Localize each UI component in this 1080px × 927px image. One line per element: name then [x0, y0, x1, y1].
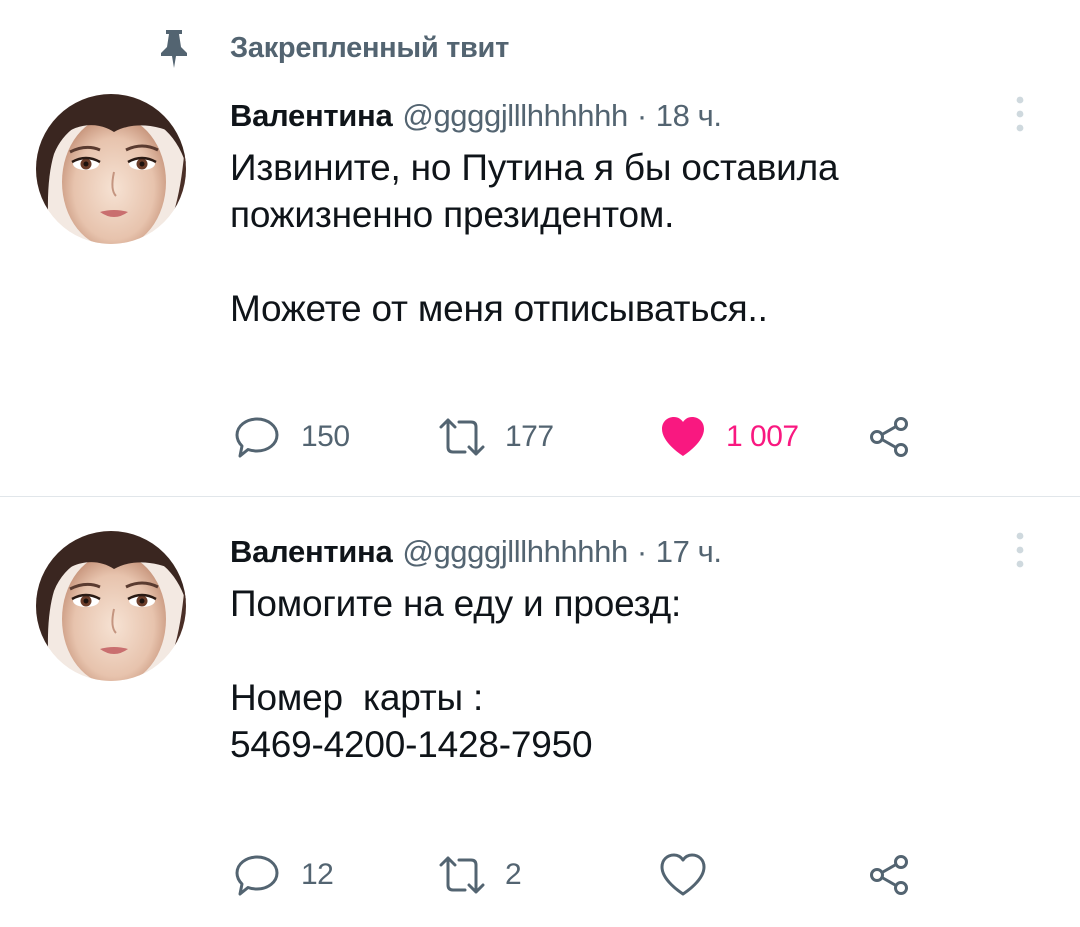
- pinned-tweet-label-row: Закрепленный твит: [156, 24, 509, 72]
- reply-count: 150: [301, 420, 350, 453]
- pinned-tweet-label: Закрепленный твит: [230, 31, 509, 64]
- reply-button[interactable]: 150: [233, 412, 350, 462]
- tweet-actions: 12 2: [230, 850, 1030, 900]
- tweet-divider: [0, 496, 1080, 497]
- separator-dot: ·: [636, 534, 647, 569]
- avatar[interactable]: [36, 94, 186, 244]
- like-button[interactable]: [658, 850, 726, 900]
- tweet-text-line: Номер карты :: [230, 677, 484, 718]
- tweet-text-line: 5469-4200-1428-7950: [230, 724, 593, 765]
- tweet-text-line: Извините, но Путина я бы оставила: [230, 147, 839, 188]
- retweet-button[interactable]: 2: [437, 850, 522, 900]
- more-options-icon[interactable]: [1006, 528, 1034, 572]
- tweet-text-blank-line: [230, 238, 1030, 285]
- tweet-header: Валентина @ggggjlllhhhhhh · 17 ч.: [230, 528, 722, 576]
- author-name[interactable]: Валентина: [230, 534, 393, 570]
- like-count: 1 007: [726, 420, 799, 453]
- share-button[interactable]: [868, 412, 912, 462]
- tweet-text: Извините, но Путина я бы оставила пожизн…: [230, 144, 1030, 332]
- tweet-text-line: пожизненно президентом.: [230, 194, 675, 235]
- tweet-timestamp[interactable]: 18 ч.: [656, 98, 722, 134]
- tweet-text: Помогите на еду и проезд: Номер карты : …: [230, 580, 1030, 768]
- tweet-timestamp[interactable]: 17 ч.: [656, 534, 722, 570]
- reply-icon: [235, 855, 279, 896]
- tweet[interactable]: Валентина @ggggjlllhhhhhh · 18 ч. Извини…: [0, 84, 1080, 496]
- more-options-icon[interactable]: [1006, 92, 1034, 136]
- like-button[interactable]: 1 007: [658, 412, 799, 462]
- tweet-text-line: Помогите на еду и проезд:: [230, 583, 682, 624]
- tweet-actions: 150 177 1 007: [230, 412, 1030, 462]
- reply-icon: [235, 417, 279, 458]
- retweet-icon: [439, 418, 485, 456]
- tweet-text-blank-line: [230, 627, 1030, 674]
- retweet-count: 177: [505, 420, 554, 453]
- separator-dot: ·: [636, 98, 647, 133]
- reply-button[interactable]: 12: [233, 850, 334, 900]
- author-handle[interactable]: @ggggjlllhhhhhh: [402, 534, 628, 570]
- heart-outline-icon: [660, 853, 706, 896]
- share-icon: [870, 417, 908, 457]
- tweet[interactable]: Валентина @ggggjlllhhhhhh · 17 ч. Помоги…: [0, 520, 1080, 927]
- reply-count: 12: [301, 858, 334, 891]
- avatar[interactable]: [36, 531, 186, 681]
- tweet-header: Валентина @ggggjlllhhhhhh · 18 ч.: [230, 92, 722, 140]
- tweet-text-line: Можете от меня отписываться..: [230, 288, 768, 329]
- retweet-icon: [439, 856, 485, 894]
- heart-filled-icon: [662, 417, 704, 456]
- share-button[interactable]: [868, 850, 912, 900]
- author-name[interactable]: Валентина: [230, 98, 393, 134]
- retweet-count: 2: [505, 858, 522, 891]
- pin-icon: [156, 26, 192, 70]
- share-icon: [870, 855, 908, 895]
- author-handle[interactable]: @ggggjlllhhhhhh: [402, 98, 628, 134]
- retweet-button[interactable]: 177: [437, 412, 554, 462]
